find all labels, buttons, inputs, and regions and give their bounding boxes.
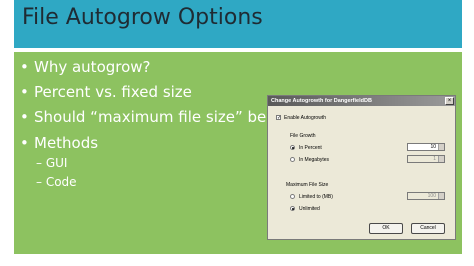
bullet-item: • Should “maximum file size” be set? bbox=[20, 108, 302, 126]
file-growth-heading: File Growth bbox=[290, 133, 316, 139]
bullet-marker: • bbox=[20, 83, 29, 101]
bullet-item: • Percent vs. fixed size bbox=[20, 83, 192, 101]
autogrowth-dialog: Change Autogrowth for DangerfieldDB × ✓ … bbox=[267, 95, 456, 240]
spinner-arrows-icon[interactable] bbox=[438, 193, 444, 199]
ok-button[interactable]: OK bbox=[369, 223, 403, 234]
enable-autogrowth-label: Enable Autogrowth bbox=[284, 115, 326, 121]
cancel-button[interactable]: Cancel bbox=[411, 223, 445, 234]
percent-value: 10 bbox=[430, 144, 436, 150]
limited-to-radio[interactable] bbox=[290, 194, 295, 199]
spinner-arrows-icon[interactable] bbox=[438, 144, 444, 150]
spinner-arrows-icon[interactable] bbox=[438, 156, 444, 162]
sub-bullet-code: – Code bbox=[36, 175, 77, 189]
close-icon[interactable]: × bbox=[445, 97, 454, 105]
percent-spinner[interactable]: 10 bbox=[407, 143, 445, 151]
bullet-text: Methods bbox=[34, 134, 99, 152]
megabytes-value: 1 bbox=[433, 156, 436, 162]
slide-title-bar: File Autogrow Options bbox=[14, 0, 462, 48]
bullet-text: Should “maximum file size” be set? bbox=[34, 108, 302, 126]
unlimited-label: Unlimited bbox=[299, 206, 320, 212]
in-megabytes-radio[interactable] bbox=[290, 157, 295, 162]
bullet-item: • Why autogrow? bbox=[20, 58, 151, 76]
in-percent-radio[interactable] bbox=[290, 145, 295, 150]
megabytes-spinner[interactable]: 1 bbox=[407, 155, 445, 163]
in-percent-label: In Percent bbox=[299, 145, 322, 151]
bullet-marker: • bbox=[20, 58, 29, 76]
in-megabytes-label: In Megabytes bbox=[299, 157, 330, 163]
slide-title: File Autogrow Options bbox=[22, 5, 263, 30]
dialog-title: Change Autogrowth for DangerfieldDB bbox=[268, 96, 455, 106]
bullet-text: Percent vs. fixed size bbox=[34, 83, 192, 101]
max-file-size-heading: Maximum File Size bbox=[286, 182, 329, 188]
bullet-item: • Methods bbox=[20, 134, 98, 152]
sub-bullet-gui: – GUI bbox=[36, 156, 68, 170]
limited-to-label: Limited to (MB) bbox=[299, 194, 333, 200]
limited-size-spinner[interactable]: 100 bbox=[407, 192, 445, 200]
enable-autogrowth-checkbox[interactable]: ✓ bbox=[276, 115, 281, 121]
bullet-marker: • bbox=[20, 108, 29, 126]
bullet-marker: • bbox=[20, 134, 29, 152]
bullet-text: Why autogrow? bbox=[34, 58, 151, 76]
unlimited-radio[interactable] bbox=[290, 206, 295, 211]
limited-size-value: 100 bbox=[427, 193, 436, 199]
